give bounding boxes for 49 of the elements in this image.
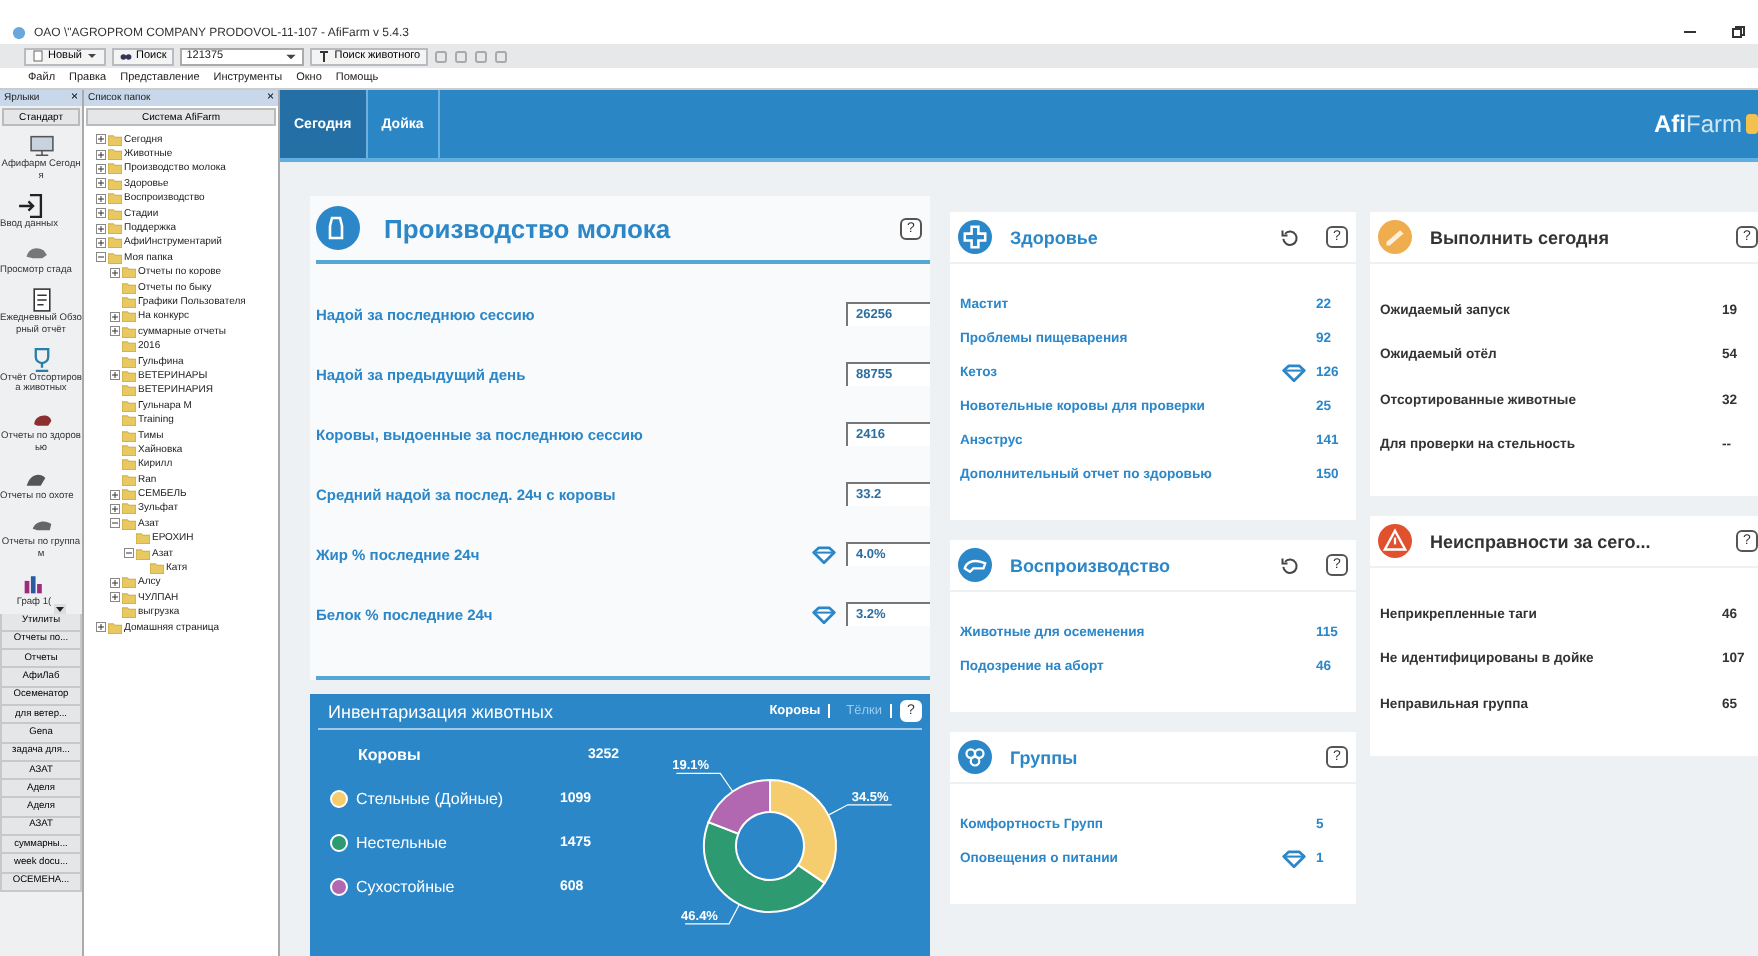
card-title: Выполнить сегодня: [1430, 227, 1611, 247]
refresh-icon[interactable]: [1280, 227, 1300, 247]
expand-icon[interactable]: [96, 178, 106, 189]
leader-line: [827, 804, 893, 816]
expand-icon[interactable]: [110, 503, 120, 514]
milk-bottle-icon: [316, 206, 360, 250]
expand-icon[interactable]: [96, 193, 106, 204]
row-label: Коровы: [356, 746, 423, 764]
collapse-icon[interactable]: [110, 518, 120, 529]
logo-icon: [1746, 112, 1758, 136]
expand-icon[interactable]: [96, 149, 106, 160]
expand-icon[interactable]: [96, 223, 106, 234]
row-label: Нестельные: [356, 834, 447, 852]
monitor-icon: [27, 132, 55, 160]
expand-icon[interactable]: [110, 267, 120, 278]
login-icon: [15, 191, 43, 219]
document-icon: [32, 50, 44, 62]
app-icon: [12, 26, 26, 40]
expand-icon[interactable]: [110, 326, 120, 337]
card-title: Группы: [1010, 747, 1080, 767]
collapse-icon[interactable]: [96, 252, 106, 263]
logo: AfiFarm: [1654, 110, 1742, 138]
refresh-icon[interactable]: [1280, 555, 1300, 575]
leader-line: [675, 772, 734, 793]
expand-icon[interactable]: [96, 134, 106, 145]
expand-icon[interactable]: [96, 237, 106, 248]
caret-icon: [85, 50, 98, 62]
restore-icon[interactable]: [1730, 24, 1746, 40]
binoculars-icon: [119, 50, 132, 62]
expand-icon[interactable]: [110, 489, 120, 500]
caret-icon[interactable]: [53, 603, 66, 613]
card-title: Здоровье: [1010, 227, 1100, 247]
expand-icon[interactable]: [96, 163, 106, 174]
card-title: Производство молока: [384, 213, 673, 243]
expand-icon[interactable]: [96, 622, 106, 633]
expand-icon[interactable]: [96, 208, 106, 219]
document-icon: [27, 286, 55, 314]
expand-icon[interactable]: [110, 577, 120, 588]
expand-icon[interactable]: [110, 592, 120, 603]
row-label: Стельные (Дойные): [356, 790, 504, 808]
card-title: Воспроизводство: [1010, 555, 1173, 575]
caret-icon[interactable]: [284, 49, 299, 63]
card-title: Инвентаризация животных: [326, 701, 555, 721]
expand-icon[interactable]: [110, 370, 120, 381]
row-label: Сухостойные: [356, 878, 455, 896]
collapse-icon[interactable]: [124, 548, 134, 559]
expand-icon[interactable]: [110, 311, 120, 322]
leader-line: [684, 903, 740, 925]
card-title: Неисправности за сего...: [1430, 531, 1653, 551]
